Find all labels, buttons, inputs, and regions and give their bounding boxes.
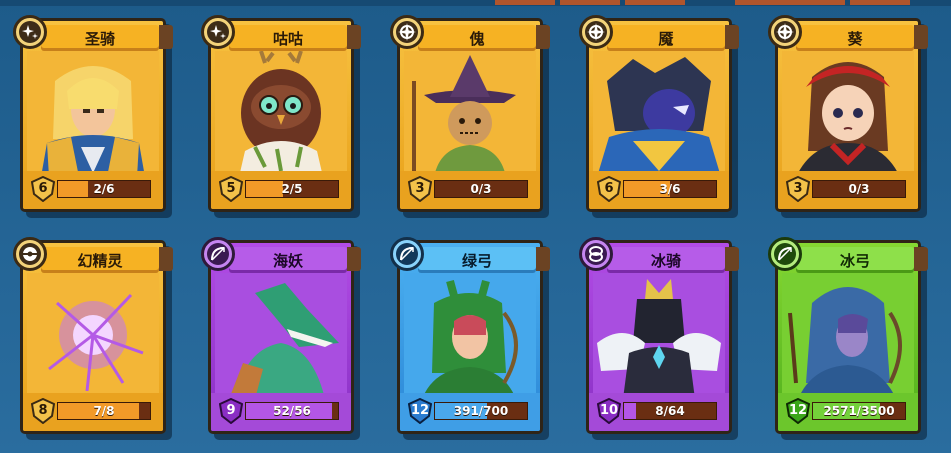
card-progress-bar: 2/6	[57, 180, 151, 198]
card-title: 冰弓	[796, 247, 928, 273]
hero-card-ice-knight[interactable]: 10 8/64 冰骑	[579, 237, 739, 434]
paladin-portrait	[27, 51, 159, 177]
level-shield: 6	[597, 176, 621, 202]
scarecrow-portrait	[404, 51, 536, 177]
card-title: 傀	[418, 25, 550, 51]
hero-card-green-archer[interactable]: 12 391/700 绿弓	[390, 237, 550, 434]
card-title: 圣骑	[41, 25, 173, 51]
hero-card-ice-archer[interactable]: 12 2571/3500 冰弓	[768, 237, 928, 434]
hero-card-ninja-girl[interactable]: 3 0/3 葵	[768, 15, 928, 212]
card-progress-bar: 52/56	[245, 402, 339, 420]
spirit-orb-portrait	[27, 273, 159, 399]
owl-portrait	[215, 51, 347, 177]
card-progress-bar: 2571/3500	[812, 402, 906, 420]
card-title: 海妖	[229, 247, 361, 273]
card-title: 冰骑	[607, 247, 739, 273]
card-title: 绿弓	[418, 247, 550, 273]
diamond-compass-icon	[579, 15, 613, 49]
card-title: 魇	[607, 25, 739, 51]
level-shield: 3	[786, 176, 810, 202]
level-shield: 10	[597, 398, 621, 424]
sparkle-plus-icon	[201, 15, 235, 49]
sparkle-plus-icon	[13, 15, 47, 49]
level-shield: 5	[219, 176, 243, 202]
level-shield: 9	[219, 398, 243, 424]
level-shield: 12	[408, 398, 432, 424]
level-shield: 8	[31, 398, 55, 424]
diamond-compass-icon	[390, 15, 424, 49]
infinity-ring-icon	[579, 237, 613, 271]
shark-portrait	[215, 273, 347, 399]
hero-card-shark[interactable]: 9 52/56 海妖	[201, 237, 361, 434]
hero-card-paladin[interactable]: 6 2/6 圣骑	[13, 15, 173, 212]
bow-icon	[390, 237, 424, 271]
orb-icon	[13, 237, 47, 271]
card-title: 葵	[796, 25, 928, 51]
card-progress-bar: 8/64	[623, 402, 717, 420]
top-strip	[0, 0, 951, 6]
hero-card-owl[interactable]: 5 2/5 咕咕	[201, 15, 361, 212]
card-progress-bar: 391/700	[434, 402, 528, 420]
hero-card-nightmare[interactable]: 6 3/6 魇	[579, 15, 739, 212]
card-progress-bar: 3/6	[623, 180, 717, 198]
card-progress-bar: 0/3	[434, 180, 528, 198]
level-shield: 3	[408, 176, 432, 202]
ice-archer-portrait	[782, 273, 914, 399]
card-title: 咕咕	[229, 25, 361, 51]
nightmare-portrait	[593, 51, 725, 177]
ice-knight-portrait	[593, 273, 725, 399]
card-progress-bar: 0/3	[812, 180, 906, 198]
bow-icon	[768, 237, 802, 271]
card-progress-bar: 7/8	[57, 402, 151, 420]
card-title: 幻精灵	[41, 247, 173, 273]
level-shield: 12	[786, 398, 810, 424]
green-archer-portrait	[404, 273, 536, 399]
level-shield: 6	[31, 176, 55, 202]
hero-card-spirit[interactable]: 8 7/8 幻精灵	[13, 237, 173, 434]
hero-card-scarecrow[interactable]: 3 0/3 傀	[390, 15, 550, 212]
bow-icon	[201, 237, 235, 271]
ninja-girl-portrait	[782, 51, 914, 177]
card-progress-bar: 2/5	[245, 180, 339, 198]
diamond-compass-icon	[768, 15, 802, 49]
